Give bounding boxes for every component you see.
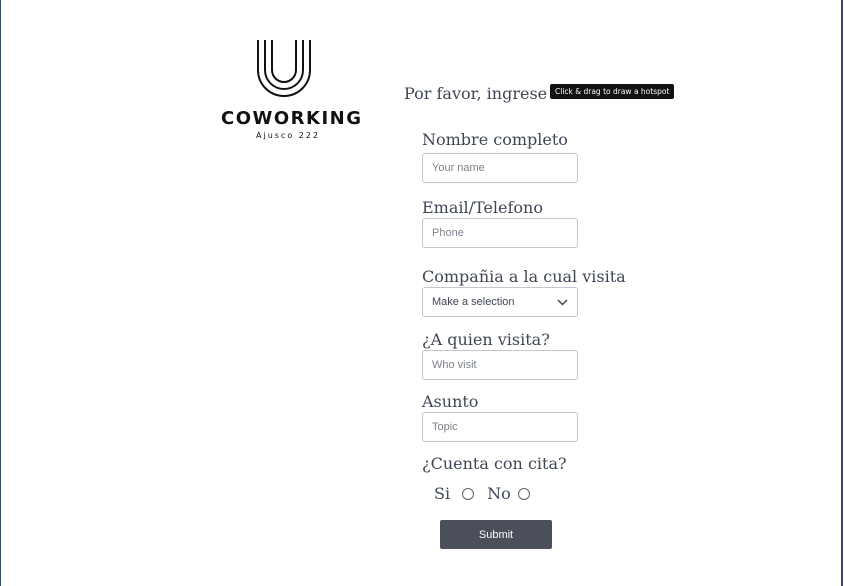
appointment-label: ¿Cuenta con cita? bbox=[422, 454, 567, 473]
logo-wordmark: COWORKING bbox=[221, 108, 363, 129]
topic-label: Asunto bbox=[422, 392, 479, 411]
chevron-down-icon bbox=[556, 296, 568, 308]
name-input[interactable] bbox=[422, 153, 578, 183]
name-label: Nombre completo bbox=[422, 130, 568, 149]
company-select[interactable]: Make a selection bbox=[422, 287, 578, 317]
logo-subtitle: Ajusco 222 bbox=[256, 131, 321, 140]
submit-button[interactable]: Submit bbox=[440, 520, 552, 549]
visitee-input[interactable] bbox=[422, 350, 578, 380]
radio-yes[interactable] bbox=[462, 487, 475, 500]
radio-no[interactable] bbox=[517, 487, 530, 500]
radio-yes-label: Si bbox=[434, 484, 451, 503]
appointment-radio-group: Si No bbox=[434, 484, 530, 503]
u-logo-icon bbox=[257, 40, 311, 97]
radio-no-label: No bbox=[487, 484, 511, 503]
contact-label: Email/Telefono bbox=[422, 198, 543, 217]
company-select-value: Make a selection bbox=[432, 296, 515, 308]
contact-input[interactable] bbox=[422, 218, 578, 248]
company-label: Compañia a la cual visita bbox=[422, 267, 626, 286]
hotspot-tooltip: Click & drag to draw a hotspot bbox=[550, 84, 675, 99]
form-prompt: Por favor, ingrese su bbox=[404, 84, 571, 103]
visitee-label: ¿A quien visita? bbox=[422, 330, 550, 349]
topic-input[interactable] bbox=[422, 412, 578, 442]
